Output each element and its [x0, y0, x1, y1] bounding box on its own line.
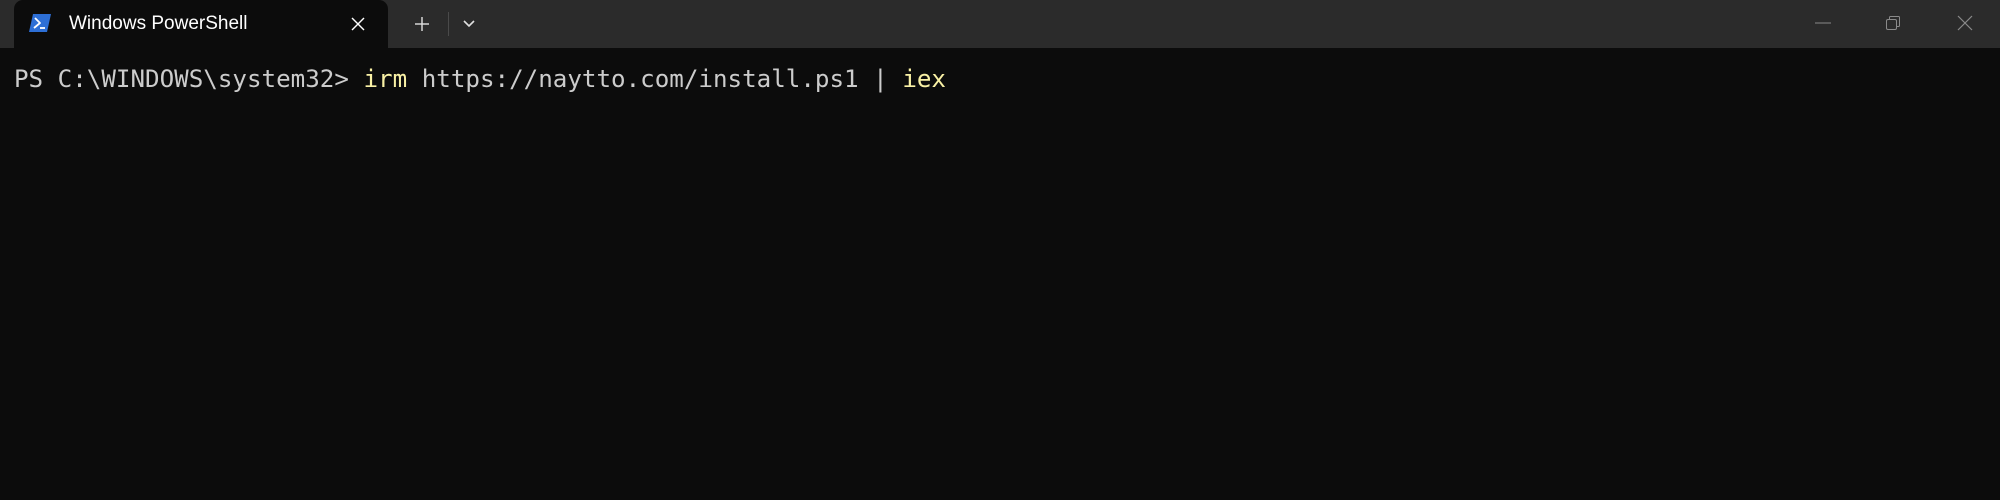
powershell-icon — [29, 14, 51, 32]
tab-dropdown-button[interactable] — [452, 8, 486, 40]
minimize-button[interactable] — [1788, 0, 1858, 46]
minimize-icon — [1815, 22, 1831, 24]
restore-button[interactable] — [1858, 0, 1928, 46]
plus-icon — [415, 17, 429, 31]
tab-windows-powershell[interactable]: Windows PowerShell — [14, 0, 388, 49]
command-line: PS C:\WINDOWS\system32> irm https://nayt… — [14, 63, 946, 95]
terminal-window: Windows PowerShell PS C:\WINDOWS\system3… — [0, 0, 2000, 500]
prompt: PS C:\WINDOWS\system32> — [14, 65, 364, 93]
command-argument: https://naytto.com/install.ps1 | — [407, 65, 903, 93]
close-icon — [351, 17, 365, 31]
chevron-down-icon — [463, 20, 475, 28]
close-tab-button[interactable] — [344, 10, 372, 38]
tab-title: Windows PowerShell — [69, 13, 248, 34]
new-tab-button[interactable] — [404, 8, 440, 40]
terminal-output[interactable]: PS C:\WINDOWS\system32> irm https://nayt… — [0, 49, 2000, 500]
restore-icon — [1886, 16, 1900, 30]
title-bar: Windows PowerShell — [0, 0, 2000, 49]
tab-separator — [448, 12, 449, 36]
command-iex: iex — [902, 65, 946, 93]
close-icon — [1957, 15, 1973, 31]
close-window-button[interactable] — [1930, 0, 2000, 46]
command-irm: irm — [363, 65, 408, 93]
